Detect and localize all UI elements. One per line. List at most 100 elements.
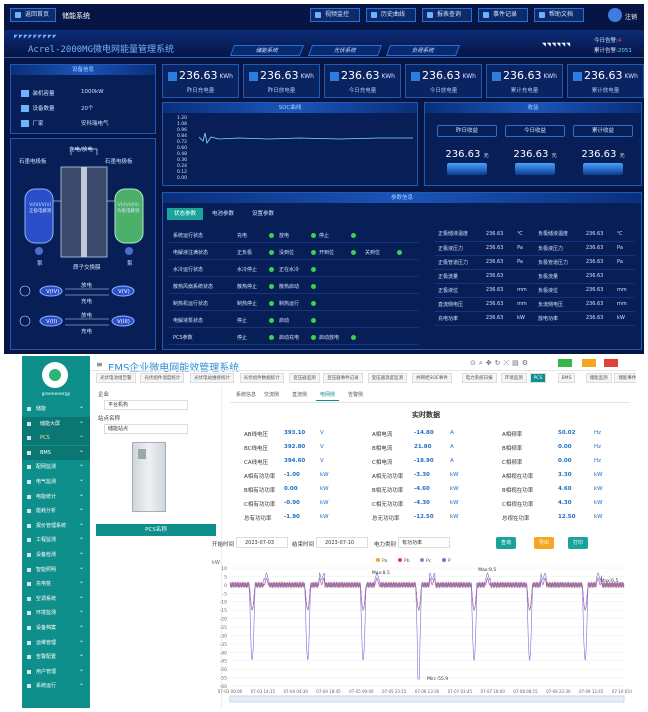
content-tab-divider — [230, 402, 630, 403]
measure-cell: 充电功率 — [435, 311, 483, 326]
realtime-label: A相频率 — [502, 432, 523, 438]
page-tab[interactable]: 环境监测 — [500, 373, 527, 383]
chart-x-tick: 07-08 22:30 — [546, 689, 571, 694]
menu-icon[interactable]: ≡ — [96, 360, 103, 369]
page-tab[interactable]: 变压器温度监测 — [367, 373, 408, 383]
tab-setting-params[interactable]: 设置参数 — [245, 208, 281, 220]
chart-zoom-slider[interactable] — [229, 695, 625, 703]
status-option-label: 启动放电 — [319, 335, 340, 341]
realtime-label: BC线电压 — [244, 446, 269, 452]
status-option-label: 散热启动 — [279, 284, 300, 290]
help-button[interactable]: 帮助文档 — [534, 8, 584, 22]
measure-table: 正极储液温度 236.63 ℃ 负极储液温度 236.63 ℃ 正极液压力 236.63 Pa 负… — [435, 227, 635, 326]
page-tab[interactable]: 变压器监测 — [289, 373, 320, 383]
chart-y-tick: 5 — [224, 574, 227, 580]
measure-cell: 236.63 — [582, 283, 615, 298]
start-date-input[interactable]: 2023-07-03 — [236, 537, 288, 548]
nav-storage[interactable]: 储能系统 — [229, 45, 305, 56]
device-info-title: 设备信息 — [11, 65, 155, 75]
nav-pv[interactable]: 光伏系统 — [307, 45, 383, 56]
realtime-unit: V — [320, 430, 324, 436]
type-label: 电力类别 — [374, 542, 397, 548]
site-select[interactable]: 储能站点 — [104, 424, 188, 434]
history-button[interactable]: 历史曲线 — [366, 8, 416, 22]
title-stripes-right: ◥◥◥◥◥◥ — [542, 42, 572, 48]
home-button[interactable]: 返回首页 — [10, 8, 56, 22]
video-button[interactable]: 视频监控 — [310, 8, 360, 22]
realtime-value: 50.02 — [558, 430, 576, 436]
tab-battery-params[interactable]: 电池参数 — [205, 208, 241, 220]
site-label: 站点名称 — [98, 416, 121, 422]
nav-load[interactable]: 负荷系统 — [385, 45, 461, 56]
realtime-label: A相无功功率 — [372, 474, 404, 480]
page-tab[interactable]: PCS — [529, 373, 547, 383]
page-tab[interactable]: 储能事件 — [614, 373, 636, 383]
page-tab[interactable]: 并网柜SOE事件 — [412, 373, 452, 383]
content-tab[interactable]: 电网侧 — [316, 389, 340, 401]
page-tab[interactable]: 光伏电池组告警 — [96, 373, 136, 383]
pos-ion-label: V(IV) — [46, 289, 60, 295]
status-badge-green[interactable] — [558, 359, 572, 367]
logout-link[interactable]: 注销 — [625, 12, 637, 21]
content-tab[interactable]: 直流侧 — [288, 389, 311, 401]
measure-cell: 236.63 — [482, 311, 515, 326]
realtime-label: C相视在功率 — [502, 502, 534, 508]
measure-cell: 236.63 — [482, 241, 515, 256]
page-tab[interactable]: 光伏组件数据统计 — [239, 373, 284, 383]
charge-label-1: 充电 — [81, 299, 93, 305]
energy-icon — [330, 72, 339, 81]
realtime-label: CA线电压 — [244, 460, 269, 466]
status-option-label: 放电 — [279, 233, 290, 239]
energy-card-1: 236.63 KWh 昨日放电量 — [243, 64, 320, 98]
status-dot-icon — [397, 250, 402, 255]
measure-row: 直流侧电压 236.63 mm 负流侧电压 236.63 mm — [435, 297, 635, 312]
page-tab[interactable]: 变压器事件记录 — [323, 373, 363, 383]
measure-cell: 直流侧电压 — [435, 297, 483, 312]
events-button[interactable]: 事件记录 — [478, 8, 528, 22]
measure-cell: Pa — [514, 241, 535, 256]
type-select[interactable]: 有功功率 — [398, 537, 450, 548]
measure-cell: Pa — [614, 255, 635, 270]
realtime-title: 实时数据 — [412, 411, 440, 419]
page-tab[interactable]: 电力系统日报 — [461, 373, 497, 383]
realtime-value: -18.90 — [414, 458, 434, 464]
toolbar-icons[interactable]: ⊙⌕✥↻⤫▤⚙ — [470, 359, 531, 368]
report-button[interactable]: 报表查询 — [422, 8, 472, 22]
chart-annotation: Max:9.5 — [478, 567, 496, 573]
query-button[interactable]: 查询 — [496, 537, 517, 549]
status-row-label: 系统运行状态 — [173, 233, 204, 239]
soc-y-tick: 0.36 — [177, 158, 188, 163]
end-date-input[interactable]: 2023-07-10 — [316, 537, 368, 548]
enterprise-label: 企业 — [98, 392, 110, 398]
print-button[interactable]: 打印 — [568, 537, 589, 549]
enterprise-select[interactable]: 平台机构 — [104, 400, 188, 410]
realtime-unit: kW — [450, 514, 459, 520]
status-row: 系统运行状态 充电 放电 停止 — [169, 229, 419, 243]
page-tab[interactable]: 储能监测 — [585, 373, 612, 383]
device-list-item[interactable]: PCS名称 — [96, 524, 216, 536]
realtime-value: 394.60 — [284, 458, 306, 464]
chart-y-tick: -30 — [220, 633, 227, 639]
realtime-unit: kW — [450, 500, 459, 506]
content-tab[interactable]: 系统信息 — [232, 389, 260, 401]
page-tab[interactable]: 光伏电站维修统计 — [190, 373, 234, 383]
content-tab[interactable]: 交流侧 — [260, 389, 283, 401]
status-badge-orange[interactable] — [582, 359, 596, 367]
chart-x-tick: 07-05 23:15 — [382, 689, 407, 694]
status-dot-icon — [351, 335, 356, 340]
measure-cell: mm — [514, 297, 535, 312]
device-row-count: 设备数量 20个 — [21, 104, 94, 112]
page-tab[interactable]: BMS — [557, 373, 576, 383]
user-avatar-icon[interactable] — [608, 8, 622, 22]
status-option-label: 停止 — [237, 335, 248, 341]
measure-cell — [614, 269, 635, 284]
measure-cell: 236.63 — [482, 269, 515, 284]
chart-y-tick: 0 — [224, 583, 227, 589]
status-badge-red[interactable] — [604, 359, 618, 367]
realtime-label: B相视在功率 — [502, 488, 534, 494]
content-tab[interactable]: 告警侧 — [344, 389, 367, 401]
sidebar-item[interactable]: 系统运行 — [22, 677, 90, 693]
export-button[interactable]: 导出 — [534, 537, 555, 549]
page-tab[interactable]: 光伏组件温度统计 — [140, 373, 185, 383]
tab-status-params[interactable]: 状态参数 — [167, 208, 203, 220]
